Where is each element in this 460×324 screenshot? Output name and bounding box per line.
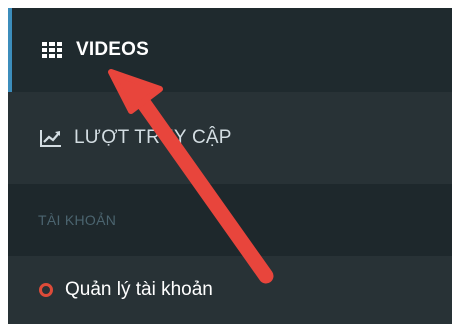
grid-icon bbox=[42, 42, 62, 58]
sidebar-section-header: TÀI KHOẢN bbox=[8, 184, 452, 256]
circle-icon bbox=[39, 283, 53, 297]
sidebar-item-label: VIDEOS bbox=[76, 39, 149, 60]
sidebar-item-label: Quản lý tài khoản bbox=[65, 279, 213, 300]
sidebar: VIDEOS LƯỢT TRUY CẬP TÀI KHOẢN Quản lý t… bbox=[8, 8, 452, 324]
sidebar-item-videos[interactable]: VIDEOS bbox=[8, 8, 452, 92]
sidebar-item-account-management[interactable]: Quản lý tài khoản bbox=[8, 256, 452, 324]
line-chart-icon bbox=[40, 129, 62, 147]
sidebar-item-label: LƯỢT TRUY CẬP bbox=[74, 127, 232, 148]
section-header-label: TÀI KHOẢN bbox=[38, 212, 117, 228]
sidebar-item-traffic[interactable]: LƯỢT TRUY CẬP bbox=[8, 92, 452, 184]
